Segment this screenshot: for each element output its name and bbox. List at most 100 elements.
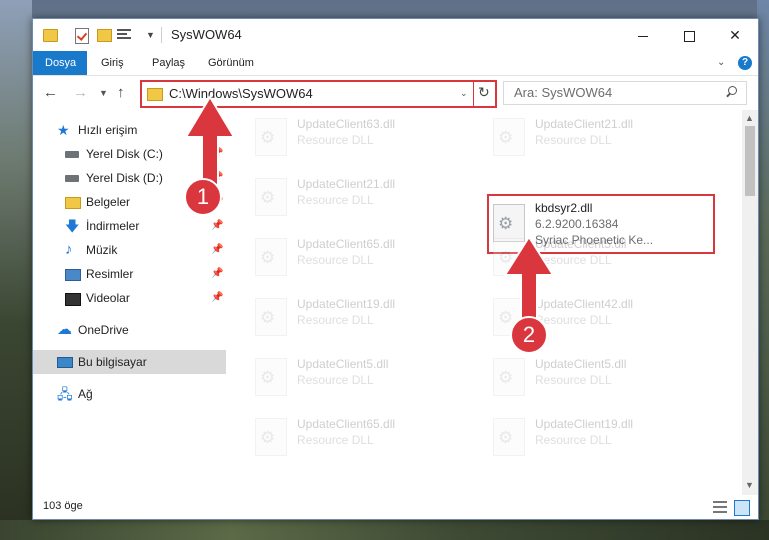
- download-icon: 🡇: [65, 218, 80, 234]
- annotation-badge-2: 2: [510, 316, 548, 354]
- dll-file-icon: [255, 178, 287, 216]
- sidebar-item-label: OneDrive: [78, 323, 129, 337]
- file-name: kbdsyr2.dll: [535, 201, 593, 215]
- file-item[interactable]: UpdateClient63.dll Resource DLL: [247, 112, 472, 162]
- title-bar: ▼ SysWOW64 ✕: [33, 19, 758, 51]
- recent-locations-dropdown-icon[interactable]: ▼: [99, 88, 108, 98]
- desktop-background-left: [0, 0, 32, 540]
- file-item[interactable]: UpdateClient5.dll Resource DLL: [247, 352, 472, 402]
- file-description: Resource DLL: [297, 253, 374, 267]
- maximize-button[interactable]: [666, 19, 712, 51]
- pin-icon[interactable]: 📌: [211, 244, 223, 255]
- forward-arrow-icon[interactable]: →: [73, 84, 88, 101]
- file-name: UpdateClient5.dll: [297, 357, 389, 371]
- expand-ribbon-icon[interactable]: ⌄: [717, 57, 725, 68]
- details-view-icon[interactable]: [713, 501, 727, 513]
- pin-icon[interactable]: 📌: [211, 268, 223, 279]
- dll-file-icon: [255, 118, 287, 156]
- file-description: Resource DLL: [297, 313, 374, 327]
- sidebar-item-label: Ağ: [78, 387, 93, 401]
- dll-file-icon: [255, 298, 287, 336]
- dll-file-icon: [493, 418, 525, 456]
- close-button[interactable]: ✕: [712, 19, 758, 51]
- sidebar-item-this-pc[interactable]: Bu bilgisayar: [33, 350, 226, 374]
- file-description: Resource DLL: [535, 373, 612, 387]
- dll-file-icon: [255, 418, 287, 456]
- music-icon: ♪: [65, 241, 73, 258]
- sidebar-item-label: Yerel Disk (C:): [86, 147, 163, 161]
- sidebar-item-downloads[interactable]: 🡇 İndirmeler 📌: [33, 214, 226, 238]
- file-item[interactable]: UpdateClient21.dll Resource DLL: [485, 112, 710, 162]
- folder-icon: [147, 88, 163, 101]
- vertical-scrollbar[interactable]: ▲ ▼: [742, 110, 758, 495]
- sidebar-item-music[interactable]: ♪ Müzik 📌: [33, 238, 226, 262]
- sidebar-item-label: Videolar: [86, 291, 130, 305]
- minimize-button[interactable]: [620, 19, 666, 51]
- file-item[interactable]: UpdateClient21.dll Resource DLL: [247, 172, 472, 222]
- scroll-up-icon[interactable]: ▲: [745, 113, 754, 123]
- sidebar-item-videos[interactable]: Videolar 📌: [33, 286, 226, 310]
- address-dropdown-icon[interactable]: ⌄: [460, 88, 468, 99]
- scroll-down-icon[interactable]: ▼: [745, 480, 754, 490]
- sidebar-item-label: Hızlı erişim: [78, 123, 138, 137]
- file-item[interactable]: UpdateClient65.dll Resource DLL: [247, 412, 472, 462]
- file-item[interactable]: UpdateClient19.dll Resource DLL: [247, 292, 472, 342]
- quick-access-dropdown-icon[interactable]: ▼: [146, 30, 155, 40]
- file-description: Resource DLL: [297, 193, 374, 207]
- refresh-icon[interactable]: ↻: [478, 84, 490, 101]
- item-count: 103 öge: [43, 500, 83, 512]
- properties-check-icon[interactable]: [75, 28, 89, 44]
- disk-icon: [65, 151, 79, 158]
- tab-view[interactable]: Görünüm: [196, 51, 266, 75]
- tab-home[interactable]: Giriş: [89, 51, 136, 75]
- ribbon-tabs: Dosya Giriş Paylaş Görünüm ⌄ ?: [33, 51, 758, 76]
- file-item[interactable]: UpdateClient65.dll Resource DLL: [247, 232, 472, 282]
- dll-file-icon: [493, 118, 525, 156]
- file-description: Resource DLL: [297, 373, 374, 387]
- window-title: SysWOW64: [171, 27, 242, 42]
- sidebar-item-onedrive[interactable]: ☁ OneDrive: [33, 318, 226, 342]
- help-icon[interactable]: ?: [738, 56, 752, 70]
- explorer-window: ▼ SysWOW64 ✕ Dosya Giriş Paylaş Görünüm …: [32, 18, 759, 520]
- sidebar-item-label: Müzik: [86, 243, 118, 257]
- sidebar-item-label: Resimler: [86, 267, 134, 281]
- file-description: Resource DLL: [535, 433, 612, 447]
- desktop-background-bottom: [0, 520, 769, 540]
- dll-file-icon: [255, 358, 287, 396]
- tab-share[interactable]: Paylaş: [140, 51, 197, 75]
- network-icon: 🖧: [57, 386, 73, 402]
- sidebar-item-label: Bu bilgisayar: [78, 355, 147, 369]
- tab-file[interactable]: Dosya: [33, 51, 87, 75]
- maximize-icon: [683, 30, 695, 42]
- back-arrow-icon[interactable]: ←: [43, 84, 58, 101]
- new-folder-icon[interactable]: [97, 29, 112, 42]
- cloud-icon: ☁: [57, 321, 72, 338]
- file-name: UpdateClient65.dll: [297, 237, 396, 251]
- sidebar-item-pictures[interactable]: Resimler 📌: [33, 262, 226, 286]
- file-description: Resource DLL: [297, 133, 374, 147]
- address-divider: [473, 82, 474, 106]
- sidebar-item-label: İndirmeler: [86, 219, 140, 233]
- tiles-view-icon[interactable]: [734, 500, 750, 516]
- search-icon[interactable]: [726, 86, 737, 98]
- status-bar: 103 öge: [33, 495, 758, 519]
- file-item[interactable]: UpdateClient19.dll Resource DLL: [485, 412, 710, 462]
- scrollbar-thumb[interactable]: [745, 126, 755, 196]
- search-box[interactable]: Ara: SysWOW64: [503, 81, 747, 105]
- file-name: UpdateClient19.dll: [297, 297, 396, 311]
- pin-icon[interactable]: 📌: [211, 220, 223, 231]
- file-name: UpdateClient21.dll: [535, 117, 634, 131]
- list-view-icon[interactable]: [117, 28, 131, 41]
- close-icon: ✕: [729, 27, 741, 43]
- file-description: Resource DLL: [297, 433, 374, 447]
- dll-file-icon: [493, 358, 525, 396]
- navigation-bar: ← → ▼ ↑ C:\Windows\SysWOW64 ⌄ ↻ Ara: Sys…: [33, 76, 758, 110]
- file-item[interactable]: UpdateClient5.dll Resource DLL: [485, 352, 710, 402]
- folder-icon: [43, 29, 58, 42]
- search-input[interactable]: Ara: SysWOW64: [514, 85, 612, 100]
- title-separator: [161, 27, 162, 43]
- pin-icon[interactable]: 📌: [211, 292, 223, 303]
- sidebar-item-network[interactable]: 🖧 Ağ: [33, 382, 226, 406]
- file-name: UpdateClient21.dll: [297, 177, 396, 191]
- up-arrow-icon[interactable]: ↑: [117, 84, 125, 101]
